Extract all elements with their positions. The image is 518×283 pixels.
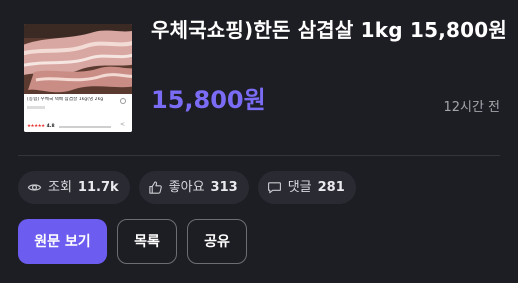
star-icon: ★★★★★ (27, 124, 45, 129)
pork-belly-image (24, 24, 132, 94)
likes-chip[interactable]: 좋아요 313 (138, 171, 249, 204)
product-photo (24, 24, 132, 94)
share-icon: < (119, 121, 125, 128)
comments-chip[interactable]: 댓글 281 (257, 171, 356, 204)
action-buttons: 원문 보기 목록 공유 (18, 219, 247, 264)
thumbs-up-icon (148, 181, 162, 194)
likes-label: 좋아요 (168, 179, 205, 195)
views-chip: 조회 11.7k (18, 171, 130, 204)
list-button[interactable]: 목록 (117, 219, 177, 264)
view-original-button[interactable]: 원문 보기 (18, 219, 107, 264)
thumbnail-rating-value: 4.8 (46, 124, 55, 129)
views-label: 조회 (48, 179, 72, 195)
comments-label: 댓글 (287, 179, 312, 195)
comments-value: 281 (317, 179, 345, 195)
product-price: 15,800원 (151, 86, 266, 114)
posted-time: 12시간 전 (443, 100, 500, 115)
comment-bubble-icon (267, 182, 281, 194)
thumbnail-info: [농협] 우체국 택배 삼겹살 1kg(냉 2kg ★★★★★ 4.8 < (24, 94, 132, 132)
product-thumbnail[interactable]: [농협] 우체국 택배 삼겹살 1kg(냉 2kg ★★★★★ 4.8 < (24, 24, 132, 132)
thumbnail-rating: ★★★★★ 4.8 (27, 124, 111, 129)
eye-icon (27, 184, 42, 191)
likes-value: 313 (210, 179, 238, 195)
share-button[interactable]: 공유 (187, 219, 247, 264)
heart-icon (120, 98, 126, 104)
deal-card: [농협] 우체국 택배 삼겹살 1kg(냉 2kg ★★★★★ 4.8 < 우체… (0, 0, 518, 283)
product-title[interactable]: 우체국쇼핑)한돈 삼겹살 1kg 15,800원 (151, 16, 511, 44)
views-value: 11.7k (77, 179, 119, 195)
thumbnail-title: [농협] 우체국 택배 삼겹살 1kg(냉 2kg (27, 97, 104, 102)
divider (18, 155, 500, 156)
stats-row: 조회 11.7k 좋아요 313 댓글 281 (18, 171, 356, 204)
thumbnail-line (27, 106, 45, 109)
thumbnail-meta (58, 125, 111, 128)
